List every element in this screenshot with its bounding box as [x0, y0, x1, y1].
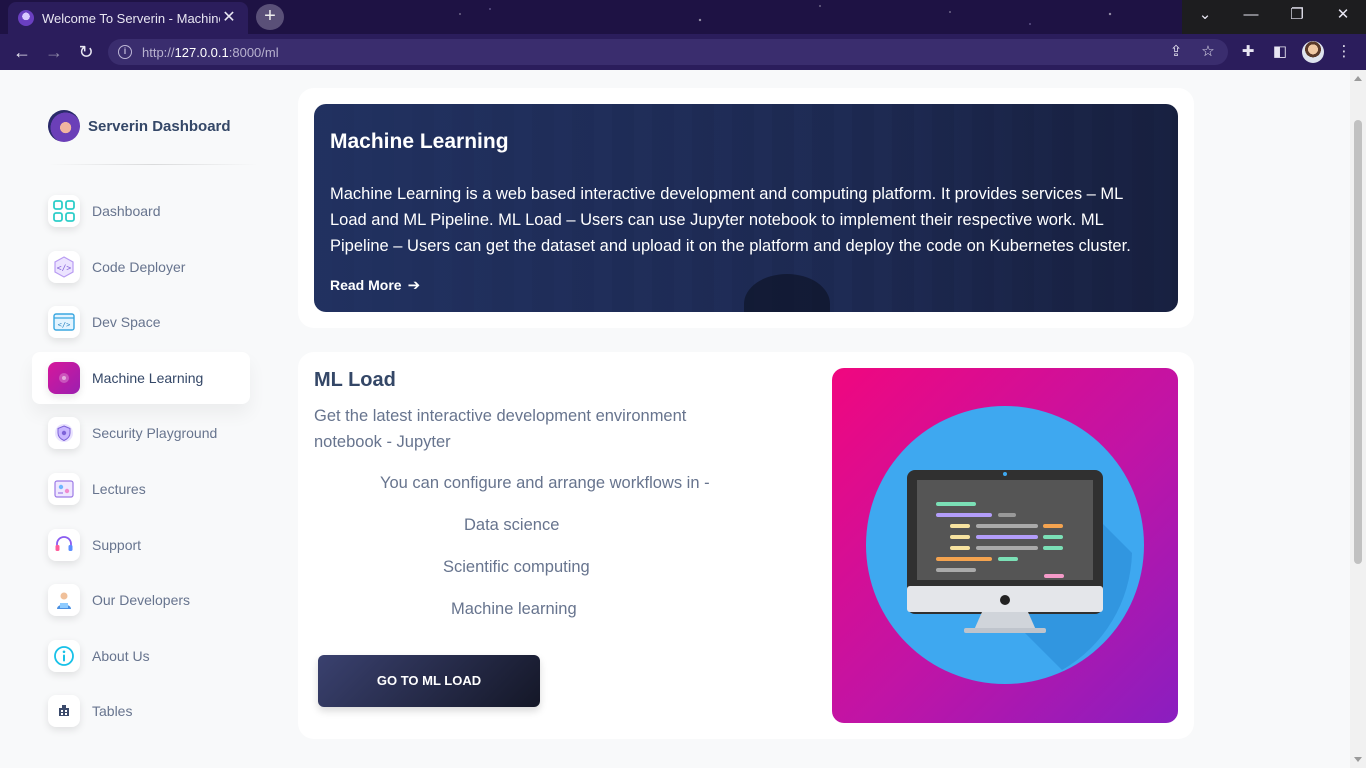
sidebar-item-dashboard[interactable]: Dashboard: [32, 185, 250, 237]
hero-title: Machine Learning: [330, 130, 509, 153]
sidebar-item-label: Dashboard: [92, 203, 161, 219]
scroll-up-icon[interactable]: [1354, 76, 1362, 81]
workflow-item: Data science: [464, 516, 560, 534]
url-text: http://127.0.0.1:8000/ml: [142, 44, 279, 60]
dashboard-icon: [48, 195, 80, 227]
hero-description: Machine Learning is a web based interact…: [330, 185, 1131, 255]
new-tab-button[interactable]: +: [256, 4, 284, 30]
sidebar-item-label: Support: [92, 536, 142, 553]
browser-tab-bar: Welcome To Serverin - Machine L ✕ + ⌄ — …: [0, 0, 1366, 34]
machine-learning-icon: [48, 361, 80, 394]
sidebar-item-about-us[interactable]: About Us: [32, 630, 250, 682]
sidebar-item-label: Dev Space: [92, 314, 161, 331]
favicon-icon: [18, 10, 34, 26]
read-more-label: Read More: [330, 277, 402, 293]
close-window-icon[interactable]: ✕: [1320, 0, 1366, 34]
bookmark-star-icon[interactable]: ☆: [1198, 42, 1218, 62]
scroll-down-icon[interactable]: [1354, 757, 1362, 762]
sidebar-item-code-deployer[interactable]: </> Code Deployer: [32, 241, 250, 293]
tables-icon: [48, 695, 80, 728]
menu-icon[interactable]: ⋮: [1334, 42, 1354, 62]
hero-banner: Machine Learning Machine Learning is a w…: [314, 104, 1178, 312]
workflow-item: Scientific computing: [443, 558, 590, 576]
side-panel-icon[interactable]: ◧: [1270, 42, 1290, 62]
extensions-icon[interactable]: ✚: [1238, 42, 1258, 62]
security-icon: [48, 417, 80, 450]
sidebar-item-label: Machine Learning: [92, 369, 204, 386]
sidebar-nav: Dashboard </> Code Deployer </> Dev Spac…: [32, 185, 250, 741]
minimize-icon[interactable]: —: [1228, 0, 1274, 34]
share-icon[interactable]: ⇪: [1166, 42, 1186, 62]
page-content: Serverin Dashboard Dashboard </> Code De…: [0, 70, 1350, 768]
arrow-right-icon: ➔: [407, 277, 421, 294]
sidebar-item-label: About Us: [92, 647, 150, 664]
sidebar-divider: [48, 164, 258, 165]
restore-icon[interactable]: ❐: [1274, 0, 1320, 34]
read-more-link[interactable]: Read More ➔: [330, 276, 420, 294]
svg-text:</>: </>: [57, 263, 72, 272]
address-bar[interactable]: i http://127.0.0.1:8000/ml: [108, 39, 1228, 65]
headset-icon: [48, 528, 80, 561]
ml-load-card: ML Load Get the latest interactive devel…: [298, 352, 1194, 739]
sidebar-item-label: Lectures: [92, 480, 146, 497]
browser-tab[interactable]: Welcome To Serverin - Machine L ✕: [8, 2, 248, 34]
go-to-ml-load-button[interactable]: GO TO ML LOAD: [318, 655, 540, 707]
info-icon: [48, 639, 80, 672]
ml-load-lead: Get the latest interactive development e…: [314, 407, 687, 451]
page-scrollbar[interactable]: [1350, 70, 1366, 768]
sidebar-item-tables[interactable]: Tables: [32, 685, 250, 737]
ml-load-title: ML Load: [314, 369, 396, 391]
sidebar-item-dev-space[interactable]: </> Dev Space: [32, 296, 250, 348]
computer-illustration-icon: [866, 406, 1144, 684]
hero-background-figure: [744, 274, 830, 312]
browser-toolbar: ← → ↻ i http://127.0.0.1:8000/ml ⇪ ☆ ✚ ◧…: [0, 34, 1366, 70]
tab-search-icon[interactable]: ⌄: [1182, 0, 1228, 34]
scrollbar-thumb[interactable]: [1354, 120, 1362, 564]
site-info-icon[interactable]: i: [118, 45, 132, 59]
ml-load-intro: You can configure and arrange workflows …: [380, 474, 710, 492]
tab-close-icon[interactable]: ✕: [220, 9, 238, 27]
ml-load-illustration: [832, 368, 1178, 723]
sidebar-item-lectures[interactable]: Lectures: [32, 463, 250, 515]
sidebar-item-label: Code Deployer: [92, 258, 186, 275]
sidebar-item-support[interactable]: Support: [32, 519, 250, 571]
sidebar-brand[interactable]: Serverin Dashboard: [48, 110, 231, 142]
reload-icon[interactable]: ↻: [73, 40, 99, 64]
tab-title: Welcome To Serverin - Machine L: [42, 10, 220, 26]
sidebar-item-label: Our Developers: [92, 592, 191, 609]
dev-space-icon: </>: [48, 306, 80, 339]
brand-name: Serverin Dashboard: [88, 117, 231, 135]
sidebar-item-our-developers[interactable]: Our Developers: [32, 574, 250, 626]
profile-avatar[interactable]: [1302, 41, 1324, 63]
hero-card: Machine Learning Machine Learning is a w…: [298, 88, 1194, 328]
developer-icon: [48, 584, 80, 617]
lectures-icon: [48, 472, 80, 505]
back-icon[interactable]: ←: [9, 40, 35, 64]
svg-text:</>: </>: [58, 321, 71, 329]
forward-icon[interactable]: →: [41, 40, 67, 64]
workflow-item: Machine learning: [451, 600, 577, 618]
brand-logo: [48, 110, 80, 142]
sidebar-item-security-playground[interactable]: Security Playground: [32, 407, 250, 459]
sidebar-item-machine-learning[interactable]: Machine Learning: [32, 351, 250, 404]
sidebar-item-label: Tables: [92, 703, 133, 720]
sidebar-item-label: Security Playground: [92, 425, 218, 442]
code-deployer-icon: </>: [48, 250, 80, 283]
